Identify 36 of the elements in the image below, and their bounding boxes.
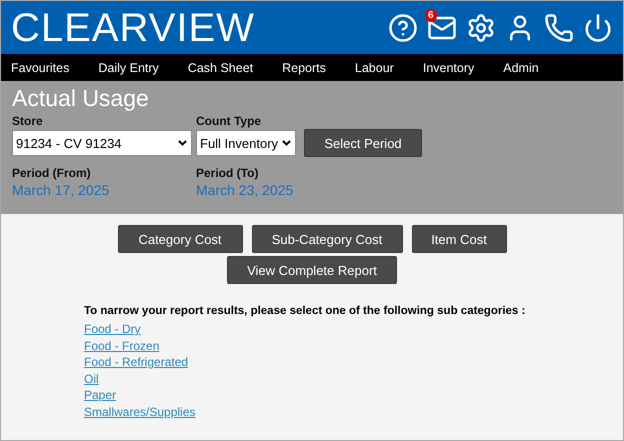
report-button[interactable]: Item Cost bbox=[412, 225, 506, 253]
page-title: Actual Usage bbox=[12, 85, 150, 111]
sub-category-link[interactable]: Food - Frozen bbox=[84, 338, 526, 354]
nav-item[interactable]: Daily Entry bbox=[98, 60, 159, 74]
nav-item[interactable]: Inventory bbox=[422, 60, 474, 74]
store-label: Store bbox=[12, 114, 44, 128]
report-button[interactable]: View Complete Report bbox=[227, 256, 397, 284]
sub-category-link[interactable]: Paper bbox=[84, 387, 526, 404]
select-period-button[interactable]: Select Period bbox=[304, 129, 422, 157]
sub-category-link[interactable]: Food - Refrigerated bbox=[84, 354, 526, 370]
power-icon[interactable] bbox=[583, 12, 613, 42]
nav-item[interactable]: Cash Sheet bbox=[188, 60, 254, 74]
clearview-logo: CLEARVIEW bbox=[11, 8, 255, 48]
store-select[interactable]: 91234 - CV 91234 bbox=[12, 130, 192, 156]
help-icon[interactable] bbox=[388, 12, 418, 42]
nav-item[interactable]: Admin bbox=[503, 60, 539, 74]
instruction-text: To narrow your report results, please select one of the following sub categories : bbox=[84, 305, 526, 317]
sub-category-link[interactable]: Food - Dry bbox=[84, 321, 526, 338]
period-from-date: March 17, 2025 bbox=[12, 182, 110, 198]
phone-icon[interactable] bbox=[544, 12, 574, 42]
settings-icon[interactable] bbox=[466, 12, 496, 42]
report-button[interactable]: Sub-Category Cost bbox=[252, 225, 402, 253]
sub-category-link[interactable]: Oil bbox=[84, 370, 526, 387]
caret-icon bbox=[178, 140, 187, 146]
period-from-label: Period (From) bbox=[12, 166, 92, 180]
period-to-date: March 23, 2025 bbox=[196, 182, 294, 198]
nav-item[interactable]: Reports bbox=[282, 60, 326, 74]
count-type-select[interactable]: Full Inventory bbox=[196, 130, 296, 156]
nav-item[interactable]: Labour bbox=[354, 60, 394, 74]
caret-icon bbox=[282, 140, 291, 146]
report-button[interactable]: Category Cost bbox=[118, 225, 242, 253]
notification-badge: 6 bbox=[425, 8, 437, 22]
period-to-label: Period (To) bbox=[196, 166, 260, 180]
count-type-label: Count Type bbox=[196, 114, 262, 128]
nav-item[interactable]: Favourites bbox=[11, 60, 70, 74]
sub-category-link[interactable]: Smallwares/Supplies bbox=[84, 404, 526, 420]
